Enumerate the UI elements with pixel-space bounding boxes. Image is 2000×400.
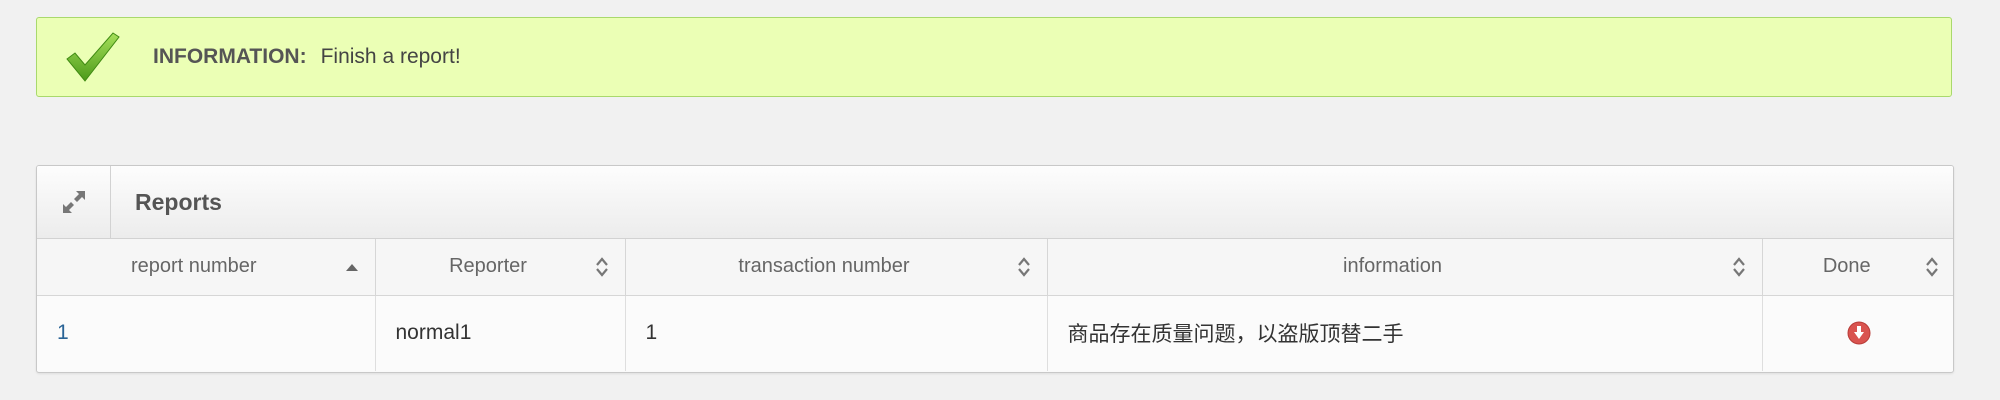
sort-ascending-icon (345, 263, 358, 271)
report-number-link[interactable]: 1 (57, 321, 69, 344)
sort-both-icon (1017, 257, 1030, 277)
reports-table: report number Reporter transaction numbe… (37, 239, 1953, 371)
column-header-reporter[interactable]: Reporter (375, 239, 626, 296)
table-row: 1 normal1 1 商品存在质量问题，以盗版顶替二手 (37, 295, 1953, 371)
column-header-report-number[interactable]: report number (37, 239, 376, 296)
widget-title: Reports (135, 188, 222, 215)
expand-button[interactable] (37, 166, 111, 239)
column-header-transaction-number[interactable]: transaction number (625, 239, 1048, 296)
sort-both-icon (1926, 257, 1938, 277)
expand-icon (62, 191, 85, 213)
table-header-row: report number Reporter transaction numbe… (37, 239, 1953, 296)
widget-header: Reports (37, 166, 1953, 239)
cell-transaction-number: 1 (625, 295, 1048, 371)
column-header-information[interactable]: information (1047, 239, 1763, 296)
arrow-down-circle-icon[interactable] (1847, 321, 1871, 345)
alert-title: INFORMATION: (153, 45, 307, 68)
sort-both-icon (595, 257, 608, 277)
cell-done (1762, 295, 1953, 371)
column-header-done[interactable]: Done (1762, 239, 1953, 296)
check-icon (63, 29, 133, 85)
alert-message: Finish a report! (320, 45, 461, 68)
sort-both-icon (1732, 257, 1745, 277)
cell-reporter: normal1 (375, 295, 626, 371)
cell-report-number: 1 (37, 295, 376, 371)
cell-information: 商品存在质量问题，以盗版顶替二手 (1047, 295, 1763, 371)
information-alert: INFORMATION: Finish a report! (36, 17, 1952, 97)
reports-widget: Reports report number Reporter transacti… (36, 165, 1954, 373)
